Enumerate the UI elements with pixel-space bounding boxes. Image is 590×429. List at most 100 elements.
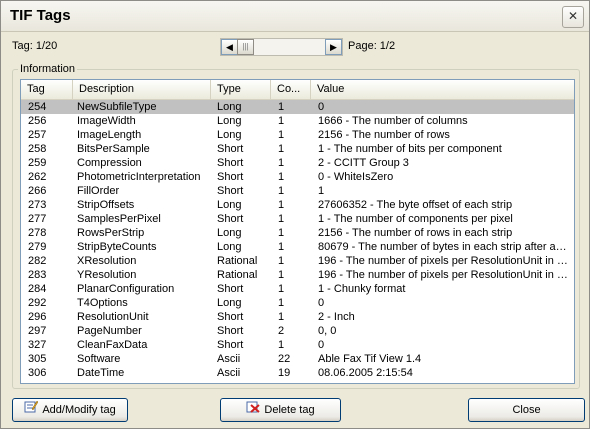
table-row[interactable]: 273 StripOffsets Long 1 27606352 - The byte … [21,198,574,212]
cell-count: 1 [278,241,285,253]
scroll-right-icon[interactable]: ▶ [325,39,342,55]
cell-description: StripByteCounts [77,241,157,253]
cell-value: 0 [318,101,325,113]
cell-type: Short [217,213,244,225]
cell-type: Long [217,101,242,113]
cell-tag: 273 [28,199,47,211]
cell-value: 2156 - The number of rows in each strip [318,227,513,239]
cell-count: 1 [278,213,285,225]
cell-value: 08.06.2005 2:15:54 [318,367,413,379]
cell-type: Rational [217,269,258,281]
window-title: TIF Tags [10,7,71,24]
cell-description: T4Options [77,297,128,309]
cell-value: 1 - Chunky format [318,283,406,295]
cell-description: StripOffsets [77,199,135,211]
cell-description: Software [77,353,121,365]
cell-description: ResolutionUnit [77,311,149,323]
cell-description: RowsPerStrip [77,227,145,239]
cell-count: 1 [278,115,285,127]
table-row[interactable]: 262 PhotometricInterpretation Short 1 0 - Wh… [21,170,574,184]
cell-type: Short [217,157,244,169]
add-modify-tag-label: Add/Modify tag [42,404,116,416]
table-row[interactable]: 327 CleanFaxData Short 1 0 [21,338,574,352]
cell-description: XResolution [77,255,137,267]
cell-value: 80679 - The number of bytes in each stri… [318,241,570,253]
cell-tag: 297 [28,325,47,337]
cell-tag: 306 [28,367,47,379]
cell-count: 1 [278,171,285,183]
scroll-left-icon[interactable]: ◀ [221,39,238,55]
cell-type: Short [217,311,244,323]
close-icon[interactable]: ✕ [562,6,584,28]
cell-value: 2 - CCITT Group 3 [318,157,409,169]
table-row[interactable]: 279 StripByteCounts Long 1 80679 - The numbe… [21,240,574,254]
tif-tags-dialog: TIF Tags ✕ Tag: 1/20 ◀ ||| ▶ Page: 1/2 I… [0,0,590,429]
table-row[interactable]: 258 BitsPerSample Short 1 1 - The number of … [21,142,574,156]
table-row[interactable]: 254 NewSubfileType Long 1 0 [21,100,574,114]
table-row[interactable]: 306 DateTime Ascii 19 08.06.2005 2:15:54 [21,366,574,380]
cell-value: 27606352 - The byte offset of each strip [318,199,513,211]
cell-description: ImageWidth [77,115,136,127]
cell-count: 1 [278,297,285,309]
cell-count: 1 [278,311,285,323]
cell-description: NewSubfileType [77,101,157,113]
tag-counter: Tag: 1/20 [12,40,58,52]
cell-type: Rational [217,255,258,267]
close-button[interactable]: Close [468,398,585,422]
cell-tag: 256 [28,115,47,127]
cell-value: 1 - The number of components per pixel [318,213,513,225]
cell-description: SamplesPerPixel [77,213,161,225]
table-row[interactable]: 266 FillOrder Short 1 1 [21,184,574,198]
cell-type: Long [217,199,242,211]
cell-tag: 279 [28,241,47,253]
table-row[interactable]: 257 ImageLength Long 1 2156 - The number of … [21,128,574,142]
cell-tag: 277 [28,213,47,225]
delete-tag-button[interactable]: Delete tag [220,398,341,422]
cell-count: 1 [278,101,285,113]
column-header-type[interactable]: Type [211,80,271,99]
cell-tag: 284 [28,283,47,295]
table-row[interactable]: 283 YResolution Rational 1 196 - The number … [21,268,574,282]
column-header-tag[interactable]: Tag [21,80,73,99]
cell-value: 0, 0 [318,325,337,337]
table-row[interactable]: 296 ResolutionUnit Short 1 2 - Inch [21,310,574,324]
table-row[interactable]: 292 T4Options Long 1 0 [21,296,574,310]
table-row[interactable]: 277 SamplesPerPixel Short 1 1 - The number o… [21,212,574,226]
cell-tag: 262 [28,171,47,183]
cell-count: 2 [278,325,285,337]
cell-type: Ascii [217,367,241,379]
table-row[interactable]: 259 Compression Short 1 2 - CCITT Group 3 [21,156,574,170]
cell-value: 1666 - The number of columns [318,115,468,127]
table-row[interactable]: 305 Software Ascii 22 Able Fax Tif View 1.4 [21,352,574,366]
cell-type: Short [217,283,244,295]
cell-type: Long [217,129,242,141]
close-button-label: Close [512,404,541,416]
column-header-count[interactable]: Co... [271,80,311,99]
information-group-label: Information [18,63,78,75]
cell-type: Long [217,297,242,309]
tag-list[interactable]: Tag Description Type Co... Value 254 NewS… [20,79,575,384]
column-header-value[interactable]: Value [311,80,574,99]
cell-description: CleanFaxData [77,339,148,351]
cell-type: Long [217,241,242,253]
table-row[interactable]: 297 PageNumber Short 2 0, 0 [21,324,574,338]
cell-type: Short [217,325,244,337]
cell-count: 1 [278,339,285,351]
tag-scrollbar[interactable]: ◀ ||| ▶ [220,38,343,56]
scroll-thumb[interactable]: ||| [237,39,254,55]
cell-value: 0 [318,297,325,309]
table-row[interactable]: 256 ImageWidth Long 1 1666 - The number of c… [21,114,574,128]
cell-count: 19 [278,367,291,379]
page-counter: Page: 1/2 [348,40,396,52]
column-header-description[interactable]: Description [73,80,211,99]
add-modify-tag-button[interactable]: Add/Modify tag [12,398,128,422]
navigation-row: Tag: 1/20 ◀ ||| ▶ Page: 1/2 [1,37,589,56]
table-row[interactable]: 278 RowsPerStrip Long 1 2156 - The number of… [21,226,574,240]
cell-count: 1 [278,129,285,141]
table-row[interactable]: 282 XResolution Rational 1 196 - The number … [21,254,574,268]
cell-type: Long [217,115,242,127]
table-row[interactable]: 284 PlanarConfiguration Short 1 1 - Chunky f… [21,282,574,296]
list-rows: 254 NewSubfileType Long 1 0 256 ImageWidth Long… [21,100,574,380]
cell-tag: 327 [28,339,47,351]
cell-tag: 296 [28,311,47,323]
